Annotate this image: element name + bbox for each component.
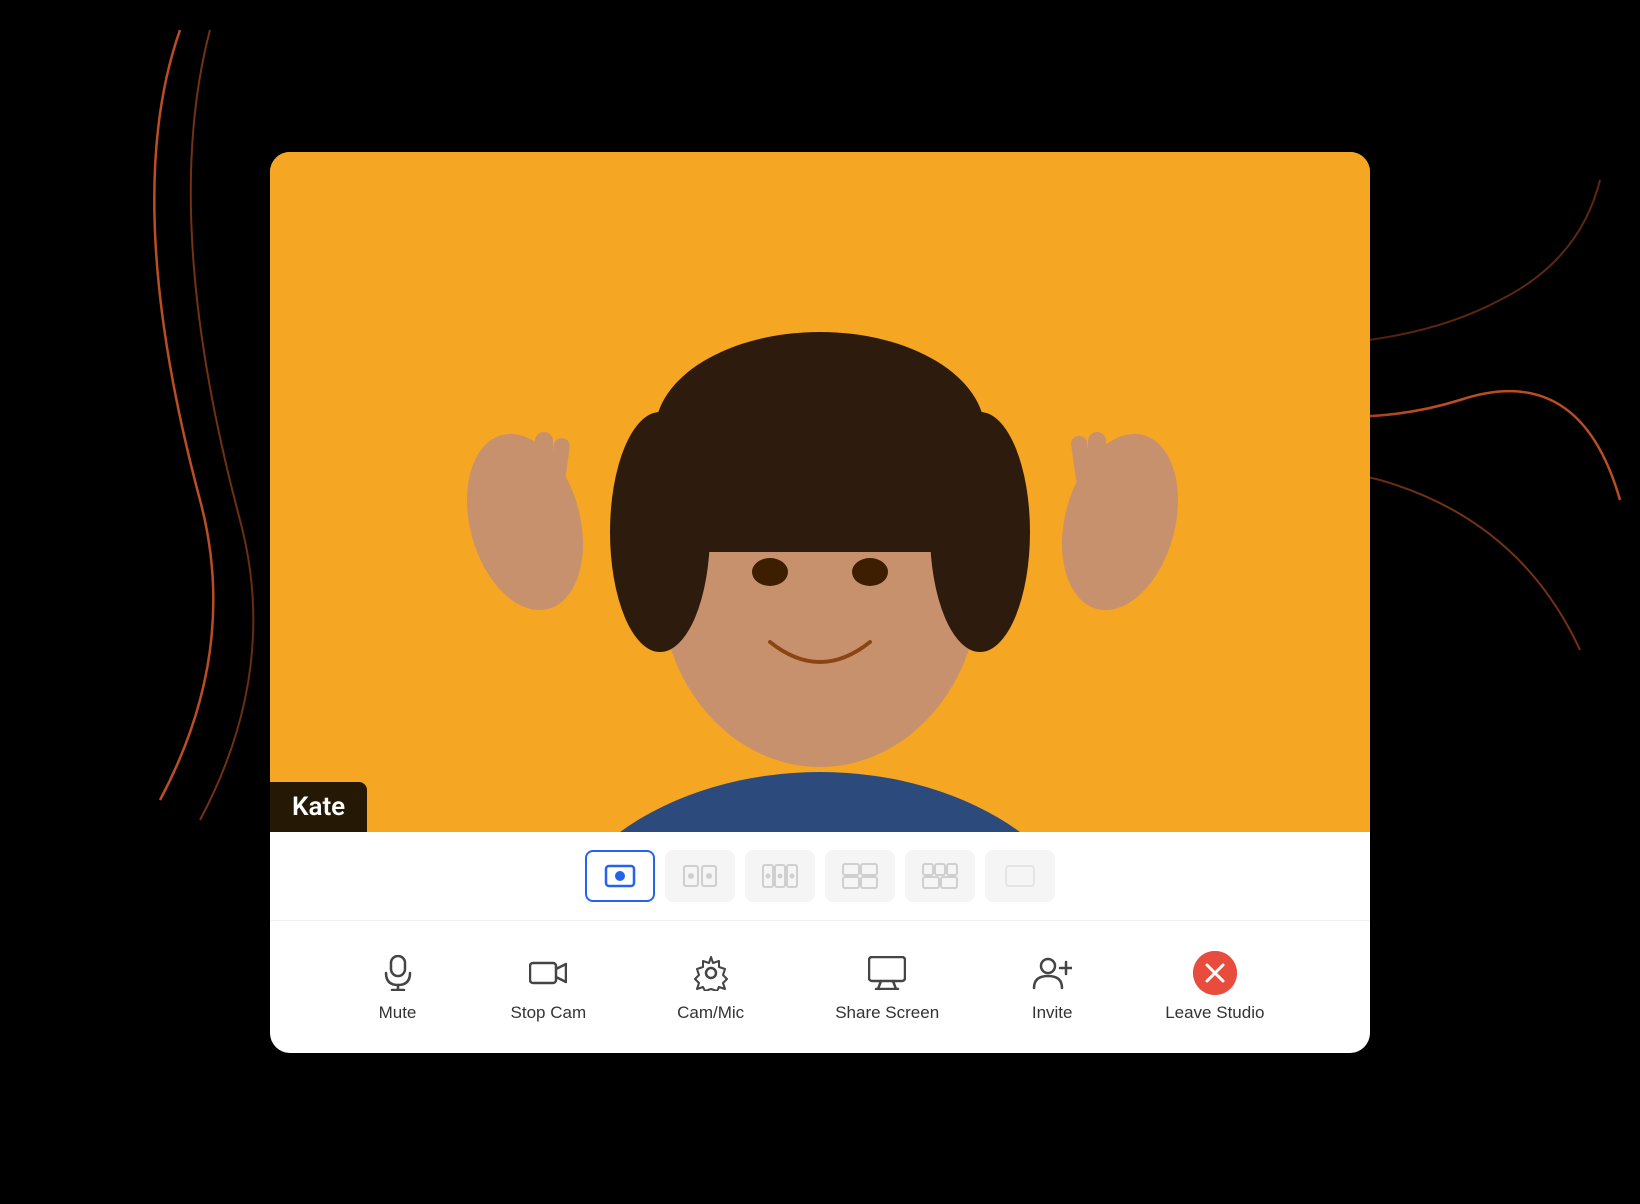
leave-studio-label: Leave Studio — [1165, 1003, 1264, 1023]
app-window: Kate — [270, 152, 1370, 1053]
video-feed — [270, 152, 1370, 832]
add-person-icon — [1030, 951, 1074, 995]
monitor-icon — [865, 951, 909, 995]
layout-bar — [270, 832, 1370, 921]
cam-mic-label: Cam/Mic — [677, 1003, 744, 1023]
invite-label: Invite — [1032, 1003, 1073, 1023]
layout-btn-single[interactable] — [585, 850, 655, 902]
layout-btn-grid4[interactable] — [825, 850, 895, 902]
share-screen-label: Share Screen — [835, 1003, 939, 1023]
layout-btn-grid2[interactable] — [665, 850, 735, 902]
invite-button[interactable]: Invite — [1010, 943, 1094, 1031]
video-area: Kate — [270, 152, 1370, 832]
layout-btn-blank[interactable] — [985, 850, 1055, 902]
stop-cam-button[interactable]: Stop Cam — [491, 943, 607, 1031]
stop-cam-label: Stop Cam — [511, 1003, 587, 1023]
mute-label: Mute — [379, 1003, 417, 1023]
leave-studio-button[interactable]: Leave Studio — [1145, 943, 1284, 1031]
camera-icon — [526, 951, 570, 995]
microphone-icon — [376, 951, 420, 995]
cam-mic-button[interactable]: Cam/Mic — [657, 943, 764, 1031]
layout-btn-grid5[interactable] — [905, 850, 975, 902]
share-screen-button[interactable]: Share Screen — [815, 943, 959, 1031]
controls-bar: Mute Stop Cam Cam/Mic — [270, 921, 1370, 1053]
participant-name-label: Kate — [270, 782, 367, 832]
settings-icon — [689, 951, 733, 995]
layout-btn-grid3[interactable] — [745, 850, 815, 902]
mute-button[interactable]: Mute — [356, 943, 440, 1031]
close-icon — [1193, 951, 1237, 995]
participant-name-text: Kate — [292, 792, 345, 822]
